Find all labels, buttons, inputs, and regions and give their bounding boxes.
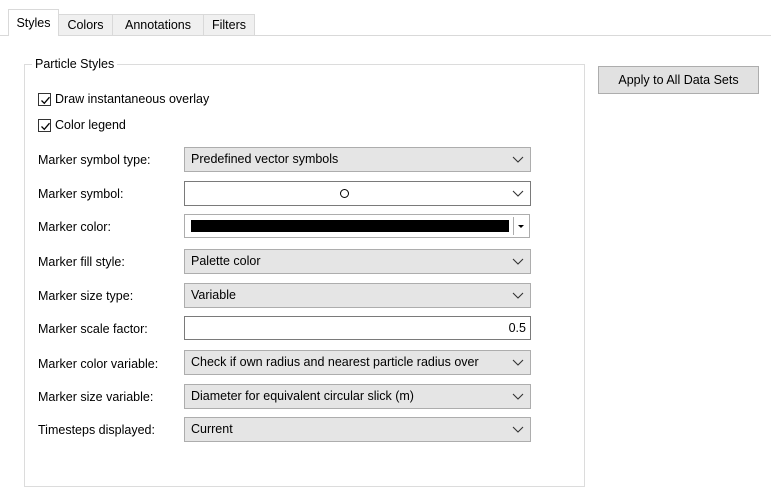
marker-fill-style-label: Marker fill style:	[38, 255, 125, 269]
tab-filters[interactable]: Filters	[204, 14, 255, 35]
group-title: Particle Styles	[32, 56, 118, 72]
marker-size-type-label: Marker size type:	[38, 289, 134, 303]
marker-size-type-select[interactable]: Variable	[184, 283, 531, 308]
chevron-down-icon	[512, 426, 524, 433]
marker-color-picker[interactable]	[184, 214, 530, 238]
chevron-down-icon	[512, 190, 524, 197]
chevron-down-icon	[512, 258, 524, 265]
marker-scale-factor-value: 0.5	[508, 321, 526, 335]
chevron-down-icon	[512, 393, 524, 400]
marker-size-variable-value: Diameter for equivalent circular slick (…	[191, 389, 414, 403]
marker-scale-factor-label: Marker scale factor:	[38, 322, 148, 336]
dropdown-arrow-icon	[518, 225, 524, 228]
tab-divider	[0, 35, 771, 36]
color-dropdown-button[interactable]	[513, 217, 527, 235]
marker-color-variable-value: Check if own radius and nearest particle…	[191, 355, 479, 369]
color-legend-checkbox-row[interactable]: Color legend	[38, 116, 126, 134]
chevron-down-icon	[512, 359, 524, 366]
marker-symbol-type-label: Marker symbol type:	[38, 153, 151, 167]
marker-symbol-select[interactable]	[184, 181, 531, 206]
marker-size-variable-select[interactable]: Diameter for equivalent circular slick (…	[184, 384, 531, 409]
draw-overlay-checkbox-row[interactable]: Draw instantaneous overlay	[38, 90, 209, 108]
tab-strip: Styles Colors Annotations Filters	[0, 0, 771, 36]
marker-symbol-label: Marker symbol:	[38, 187, 124, 201]
draw-overlay-checkbox[interactable]	[38, 92, 51, 106]
marker-color-swatch	[191, 220, 509, 232]
marker-color-label: Marker color:	[38, 220, 111, 234]
chevron-down-icon	[512, 292, 524, 299]
marker-color-variable-label: Marker color variable:	[38, 357, 159, 371]
checkmark-icon	[41, 122, 50, 130]
marker-scale-factor-input[interactable]: 0.5	[184, 316, 531, 340]
marker-color-variable-select[interactable]: Check if own radius and nearest particle…	[184, 350, 531, 375]
marker-symbol-type-value: Predefined vector symbols	[191, 152, 339, 166]
marker-size-variable-label: Marker size variable:	[38, 390, 154, 404]
draw-overlay-label: Draw instantaneous overlay	[55, 92, 210, 106]
color-legend-checkbox[interactable]	[38, 118, 51, 132]
chevron-down-icon	[512, 156, 524, 163]
timesteps-displayed-label: Timesteps displayed:	[38, 423, 155, 437]
checkmark-icon	[41, 96, 50, 104]
tab-annotations[interactable]: Annotations	[113, 14, 204, 35]
timesteps-displayed-select[interactable]: Current	[184, 417, 531, 442]
marker-fill-style-select[interactable]: Palette color	[184, 249, 531, 274]
marker-symbol-type-select[interactable]: Predefined vector symbols	[184, 147, 531, 172]
timesteps-displayed-value: Current	[191, 422, 233, 436]
tab-styles[interactable]: Styles	[8, 9, 59, 36]
color-legend-label: Color legend	[55, 118, 126, 132]
circle-symbol-icon	[340, 189, 349, 198]
apply-to-all-button[interactable]: Apply to All Data Sets	[598, 66, 759, 94]
tab-colors[interactable]: Colors	[59, 14, 113, 35]
marker-size-type-value: Variable	[191, 288, 236, 302]
marker-fill-style-value: Palette color	[191, 254, 261, 268]
